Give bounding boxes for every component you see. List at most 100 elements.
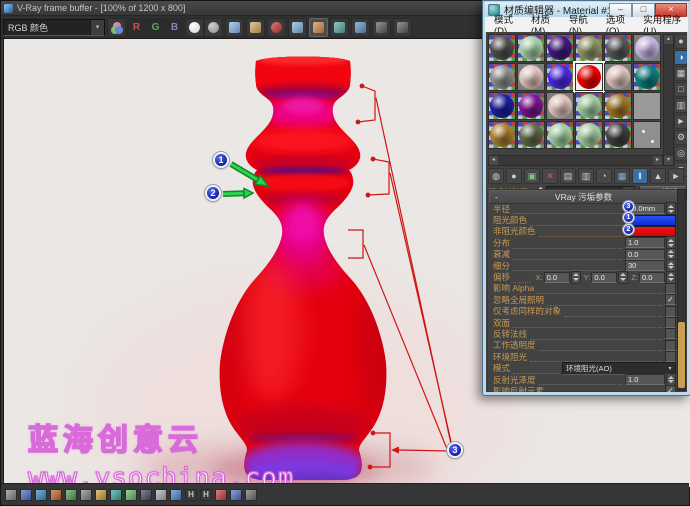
backlight-icon[interactable]: ◑ — [674, 50, 687, 65]
blue-channel-button[interactable]: B — [165, 18, 184, 37]
material-sample-slot[interactable] — [604, 121, 632, 149]
chevron-down-icon[interactable]: ▾ — [665, 365, 675, 372]
material-sample-slot[interactable] — [488, 121, 516, 149]
scroll-right-icon[interactable]: ▸ — [653, 156, 662, 165]
sample-uv-tiling-icon[interactable]: □ — [674, 82, 687, 97]
fb-correction-icon[interactable] — [170, 489, 182, 501]
reset-map-icon[interactable]: ✕ — [542, 168, 558, 184]
fb-correction-icon[interactable]: H — [185, 489, 197, 501]
go-forward-sibling-icon[interactable]: ► — [668, 168, 684, 184]
disabled-tool-icon-1[interactable] — [372, 18, 391, 37]
sample-type-icon[interactable]: ● — [674, 34, 687, 49]
fb-correction-icon[interactable] — [5, 489, 17, 501]
affect-refl-elements-checkbox[interactable] — [665, 385, 676, 392]
chevron-down-icon[interactable]: ▾ — [90, 20, 104, 35]
make-material-copy-icon[interactable]: ▤ — [560, 168, 576, 184]
rollout-header[interactable]: - VRay 污垢参数 — [489, 190, 678, 204]
select-by-material-icon[interactable]: ◎ — [674, 146, 687, 161]
video-color-check-icon[interactable]: ▥ — [674, 98, 687, 113]
palette-horizontal-scrollbar[interactable]: ◂ ▸ — [488, 155, 663, 166]
go-to-parent-icon[interactable]: ▲ — [650, 168, 666, 184]
get-material-icon[interactable]: ◍ — [488, 168, 504, 184]
collapse-icon[interactable]: - — [495, 191, 498, 203]
bias-z-spinner[interactable] — [666, 271, 676, 284]
palette-vertical-scrollbar[interactable]: ▴ ▾ — [663, 34, 674, 166]
material-sample-slot[interactable] — [546, 34, 574, 62]
material-sample-slot[interactable] — [604, 63, 632, 91]
distribution-field[interactable]: 1.0 — [625, 237, 665, 248]
material-sample-slot[interactable] — [488, 63, 516, 91]
options-icon[interactable]: ⚙ — [674, 130, 687, 145]
rollout-scrollbar[interactable] — [677, 189, 686, 391]
material-sample-slot[interactable] — [633, 34, 661, 62]
material-sample-slot[interactable] — [575, 92, 603, 120]
show-map-in-viewport-icon[interactable]: ▦ — [614, 168, 630, 184]
bias-y-field[interactable]: 0.0 — [591, 272, 617, 283]
record-icon[interactable] — [267, 18, 286, 37]
material-sample-slot[interactable] — [575, 34, 603, 62]
material-sample-slot[interactable] — [633, 121, 661, 149]
material-sample-slot[interactable] — [575, 121, 603, 149]
fb-correction-icon[interactable] — [95, 489, 107, 501]
channel-dropdown[interactable]: RGB 颜色 ▾ — [3, 19, 105, 36]
scroll-up-icon[interactable]: ▴ — [664, 35, 673, 44]
fb-correction-icon[interactable] — [140, 489, 152, 501]
fb-correction-icon[interactable] — [50, 489, 62, 501]
load-image-icon[interactable] — [246, 18, 265, 37]
material-sample-slot[interactable] — [604, 34, 632, 62]
occluded-color-swatch[interactable] — [630, 215, 676, 226]
fb-correction-icon[interactable] — [230, 489, 242, 501]
rollout-scrollbar-thumb[interactable] — [678, 322, 685, 388]
fb-correction-icon[interactable] — [155, 489, 167, 501]
white-balance-button[interactable] — [185, 18, 204, 37]
color-wheel-icon[interactable] — [107, 18, 126, 37]
fb-correction-icon[interactable] — [80, 489, 92, 501]
save-image-icon[interactable] — [225, 18, 244, 37]
work-transparency-checkbox[interactable] — [665, 340, 676, 351]
green-channel-button[interactable]: G — [146, 18, 165, 37]
material-sample-slot[interactable] — [633, 92, 661, 120]
ignore-gi-checkbox[interactable] — [665, 294, 676, 305]
material-sample-slot[interactable] — [488, 34, 516, 62]
material-sample-slot[interactable] — [604, 92, 632, 120]
material-sample-slot[interactable] — [517, 63, 545, 91]
fb-correction-icon[interactable]: H — [200, 489, 212, 501]
bias-x-spinner[interactable] — [571, 271, 581, 284]
material-sample-slot[interactable] — [517, 92, 545, 120]
falloff-field[interactable]: 0.0 — [625, 249, 665, 260]
same-object-only-checkbox[interactable] — [665, 306, 676, 317]
bias-y-spinner[interactable] — [618, 271, 628, 284]
material-sample-slot[interactable] — [488, 92, 516, 120]
env-occlusion-checkbox[interactable] — [665, 351, 676, 362]
put-to-library-icon[interactable]: ▥ — [578, 168, 594, 184]
unoccluded-color-swatch[interactable] — [630, 226, 676, 237]
put-material-to-scene-icon[interactable]: ● — [506, 168, 522, 184]
material-sample-slot[interactable] — [546, 63, 574, 91]
scroll-left-icon[interactable]: ◂ — [489, 156, 498, 165]
material-sample-slot[interactable] — [546, 92, 574, 120]
show-end-result-icon[interactable]: ‖ — [632, 168, 648, 184]
material-sample-slot[interactable] — [575, 63, 603, 91]
refl-glossiness-field[interactable]: 1.0 — [625, 374, 665, 385]
affect-alpha-checkbox[interactable] — [665, 283, 676, 294]
subdivs-field[interactable]: 30 — [625, 260, 665, 271]
make-preview-icon[interactable]: ► — [674, 114, 687, 129]
material-sample-slot[interactable] — [633, 63, 661, 91]
fb-correction-icon[interactable] — [110, 489, 122, 501]
fb-correction-icon[interactable] — [20, 489, 32, 501]
fb-correction-icon[interactable] — [35, 489, 47, 501]
disabled-tool-icon-2[interactable] — [393, 18, 412, 37]
scroll-down-icon[interactable]: ▾ — [664, 156, 673, 165]
background-icon[interactable]: ▦ — [674, 66, 687, 81]
region-render-icon[interactable] — [330, 18, 349, 37]
monitor-icon[interactable] — [351, 18, 370, 37]
mode-dropdown[interactable]: 环境阻光(AO) ▾ — [562, 362, 676, 375]
follow-mouse-icon[interactable] — [309, 18, 328, 37]
gray-balance-button[interactable] — [204, 18, 223, 37]
assign-material-to-selection-icon[interactable]: ▣ — [524, 168, 540, 184]
material-id-channel-icon[interactable]: ◔ — [596, 168, 612, 184]
bias-x-field[interactable]: 0.0 — [544, 272, 570, 283]
fb-correction-icon[interactable] — [215, 489, 227, 501]
fb-correction-icon[interactable] — [65, 489, 77, 501]
material-sample-slot[interactable] — [546, 121, 574, 149]
